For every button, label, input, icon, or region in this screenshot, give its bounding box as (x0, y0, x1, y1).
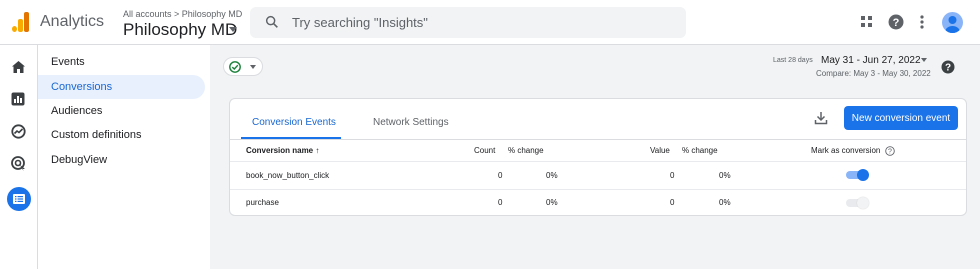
date-range-selector[interactable]: May 31 - Jun 27, 2022 (821, 55, 921, 66)
top-bar: Analytics All accounts > Philosophy MD P… (0, 0, 980, 45)
help-icon[interactable]: ? (888, 14, 904, 30)
svg-text:?: ? (893, 17, 900, 29)
home-icon[interactable] (11, 60, 26, 74)
date-preset-label[interactable]: Last 28 days (773, 57, 813, 64)
apps-icon[interactable] (861, 16, 872, 27)
new-conversion-event-button[interactable]: New conversion event (844, 106, 958, 130)
configure-subnav: Events Conversions Audiences Custom defi… (38, 45, 210, 269)
search-icon (265, 15, 278, 28)
download-icon[interactable] (814, 111, 828, 125)
comparison-filter-chip[interactable] (223, 57, 263, 76)
tab-conversion-events[interactable]: Conversion Events (252, 117, 336, 128)
configure-active-indicator[interactable] (7, 187, 31, 211)
account-breadcrumb[interactable]: All accounts > Philosophy MD (123, 9, 242, 19)
explore-icon[interactable] (11, 124, 26, 139)
value-cell: 0 (670, 171, 675, 180)
nav-item-audiences[interactable]: Audiences (38, 99, 205, 123)
help-icon[interactable]: ? (941, 60, 955, 74)
conversion-events-card: Conversion Events Network Settings New c… (229, 98, 967, 216)
mark-as-conversion-toggle[interactable] (844, 168, 872, 182)
search-bar[interactable] (250, 7, 686, 38)
nav-item-custom-definitions[interactable]: Custom definitions (38, 123, 205, 147)
row-divider (230, 161, 966, 162)
count-cell: 0 (498, 171, 503, 180)
column-header-count-change[interactable]: % change (508, 146, 544, 155)
person-icon (945, 16, 960, 33)
value-change-cell: 0% (719, 198, 731, 207)
nav-item-debugview[interactable]: DebugView (38, 148, 205, 172)
column-header-conversion-name[interactable]: Conversion name ↑ (246, 146, 319, 155)
account-avatar[interactable] (942, 12, 963, 33)
configure-icon[interactable] (13, 194, 25, 204)
count-change-cell: 0% (546, 171, 558, 180)
advertising-icon[interactable] (11, 156, 26, 171)
left-rail (0, 45, 38, 269)
svg-text:?: ? (945, 63, 951, 74)
analytics-logo-icon[interactable] (12, 12, 30, 32)
conversion-name-cell: book_now_button_click (246, 171, 330, 180)
value-cell: 0 (670, 198, 675, 207)
tab-network-settings[interactable]: Network Settings (373, 117, 449, 128)
column-header-count[interactable]: Count (474, 146, 495, 155)
mark-as-conversion-toggle[interactable] (844, 196, 872, 210)
value-change-cell: 0% (719, 171, 731, 180)
help-outline-icon[interactable]: ? (885, 146, 895, 156)
chevron-down-icon[interactable] (921, 58, 927, 62)
count-change-cell: 0% (546, 198, 558, 207)
chevron-down-icon (250, 65, 256, 69)
search-input[interactable] (292, 7, 672, 38)
date-compare-label: Compare: May 3 - May 30, 2022 (816, 69, 931, 78)
count-cell: 0 (498, 198, 503, 207)
row-divider (230, 189, 966, 190)
column-header-value[interactable]: Value (650, 146, 670, 155)
nav-item-events[interactable]: Events (38, 50, 205, 74)
nav-item-conversions[interactable]: Conversions (38, 75, 205, 99)
chevron-down-icon[interactable] (229, 27, 237, 32)
reports-icon[interactable] (11, 92, 25, 106)
column-header-mark-as-conversion: Mark as conversion (811, 146, 881, 155)
svg-text:?: ? (888, 149, 892, 156)
conversion-name-cell: purchase (246, 198, 279, 207)
app-name: Analytics (40, 13, 105, 30)
property-selector[interactable]: Philosophy MD (123, 20, 237, 40)
column-header-value-change[interactable]: % change (682, 146, 718, 155)
divider (230, 139, 966, 140)
more-vert-icon[interactable] (920, 15, 924, 29)
check-circle-icon (229, 61, 241, 73)
